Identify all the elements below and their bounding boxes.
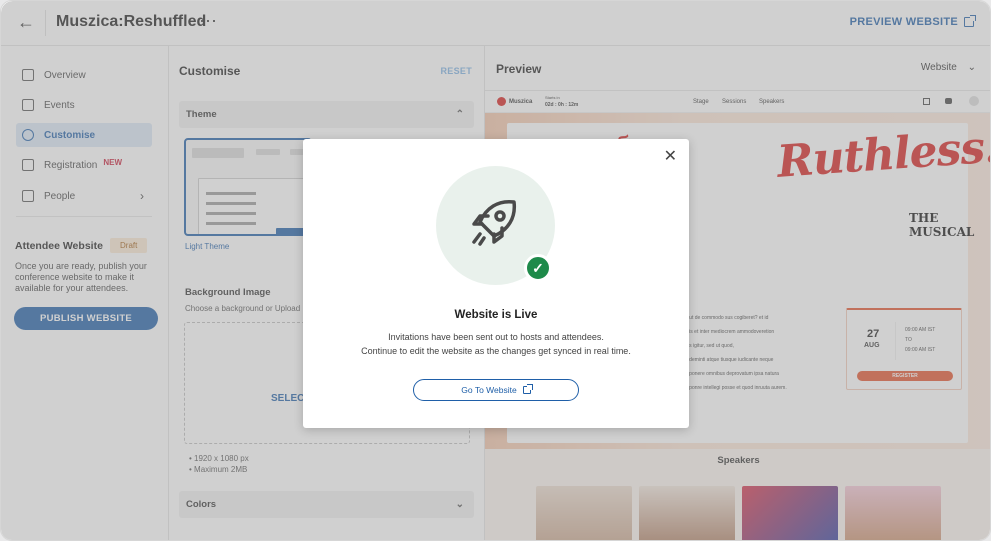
- website-live-modal: ✕ ✓ Website is Live Invitations have bee…: [303, 139, 689, 428]
- modal-message-line: Continue to edit the website as the chan…: [361, 346, 631, 356]
- external-link-icon: [522, 384, 533, 394]
- app-window: ← Muszica:Reshuffled ⋯ PREVIEW WEBSITE O…: [0, 0, 991, 541]
- modal-title: Website is Live: [454, 309, 538, 321]
- go-to-website-label: Go To Website: [461, 385, 517, 395]
- close-icon[interactable]: ✕: [664, 149, 677, 165]
- modal-message-line: Invitations have been sent out to hosts …: [388, 332, 604, 342]
- success-illustration: ✓: [436, 166, 555, 285]
- modal-message: Invitations have been sent out to hosts …: [303, 330, 689, 358]
- rocket-icon: [472, 199, 517, 246]
- check-circle-icon: ✓: [524, 254, 552, 282]
- go-to-website-button[interactable]: Go To Website: [413, 379, 579, 401]
